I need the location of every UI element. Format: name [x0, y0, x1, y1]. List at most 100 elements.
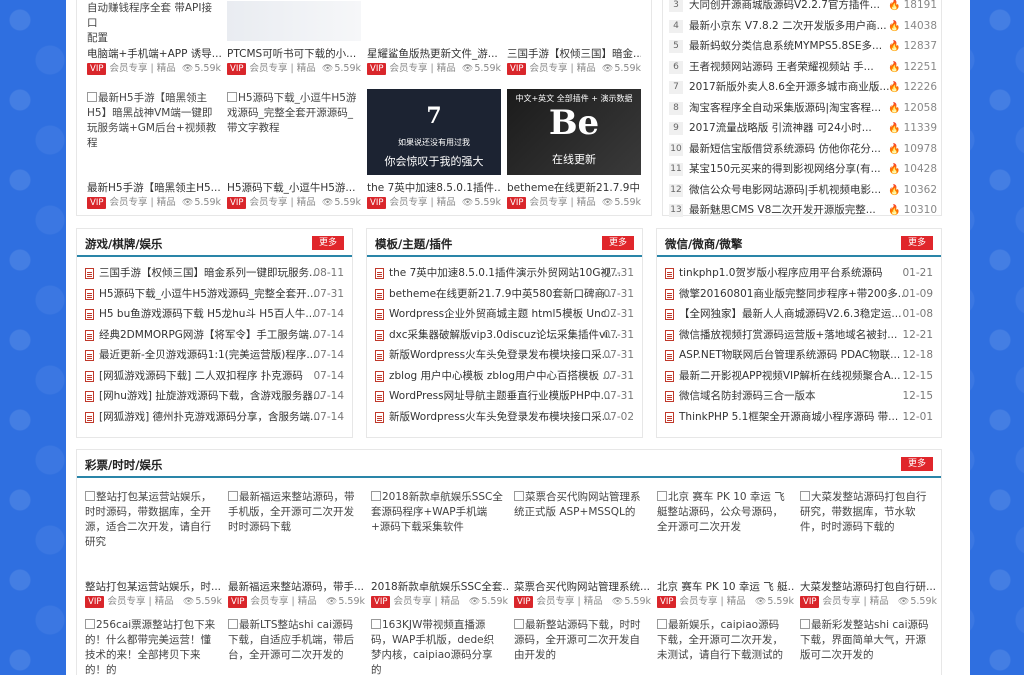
- list-item[interactable]: 微擎20160801商业版完整同步程序+带200多... 01-09: [657, 284, 941, 305]
- thumb-title[interactable]: betheme在线更新21.7.9中...: [507, 180, 641, 196]
- item-title[interactable]: H5 bu鱼游戏源码下载 H5龙hu斗 H5百人牛...: [99, 308, 315, 320]
- thumb-title[interactable]: 菜票合买代购网站管理系统...: [514, 579, 651, 595]
- thumb-item[interactable]: 三国手游【权倾三国】暗金... VIP 会员专享 | 精品 👁5.59k: [507, 1, 641, 76]
- item-title[interactable]: 微擎20160801商业版完整同步程序+带200多...: [679, 288, 908, 300]
- thumb-item[interactable]: 菜票合买代购网站管理系统正式版 ASP+MSSQL的菜票合买代购网站管理系统..…: [514, 488, 651, 609]
- more-button[interactable]: 更多: [312, 236, 344, 250]
- list-item[interactable]: WordPress网址导航主题垂直行业模版PHP中... 07-31: [367, 386, 642, 407]
- rank-title[interactable]: 2017新版外卖人8.6全开源多城市商业版...: [689, 81, 889, 93]
- list-item[interactable]: the 7英中加速8.5.0.1插件演示外贸网站10G视... 07-31: [367, 263, 642, 284]
- thumb-image[interactable]: 7 如果说还没有用过我 你会惊叹于我的强大: [367, 89, 501, 175]
- item-title[interactable]: 三国手游【权倾三国】暗金系列一键即玩服务...: [99, 267, 319, 279]
- thumb-item[interactable]: 大菜发整站源码打包自行研究，带数据库，节水软件，时时源码下载的 大菜发整站源码打包…: [800, 488, 937, 609]
- item-title[interactable]: ASP.NET物联网后台管理系统源码 PDAC物联...: [679, 349, 900, 361]
- rank-title[interactable]: 淘宝客程序全自动采集版源码|淘宝客程...: [689, 102, 881, 114]
- list-item[interactable]: betheme在线更新21.7.9中英580套新口碑商... 07-31: [367, 284, 642, 305]
- list-item[interactable]: zblog 用户中心模板 zblog用户中心百搭模板 ... 07-31: [367, 366, 642, 387]
- thumb-image[interactable]: 最新LTS整站shi cai源码下载，自适应手机端，带后台，全开源可二次开发的: [228, 616, 362, 675]
- item-title[interactable]: 经典2DMMORPG网游【将军令】手工服务端...: [99, 329, 319, 341]
- thumb-item[interactable]: 最新H5手游【暗黑领主H5】暗黑战神VM端一键即玩服务端+GM后台+视频教程最新…: [87, 89, 221, 210]
- thumb-item[interactable]: 北京 赛车 PK 10 幸运 飞艇整站源码，公众号源码，全开源可二次开发北京 赛…: [657, 488, 794, 609]
- list-item[interactable]: 最近更新-全贝游戏源码1:1(完美运营版)程序... 07-14: [77, 345, 352, 366]
- ranking-item[interactable]: 9 2017流量战略版 引流神器 可24小时... 🔥 11339: [667, 118, 941, 139]
- thumb-item[interactable]: 163KJW带视频直播源码，WAP手机版，dede织梦内核，caipiao源码分…: [371, 616, 508, 675]
- thumb-image[interactable]: 最新娱乐，caipiao源码下载，全开源可二次开发，未测试，请自行下载测试的: [657, 616, 791, 675]
- thumb-title[interactable]: the 7英中加速8.5.0.1插件...: [367, 180, 501, 196]
- list-item[interactable]: 经典2DMMORPG网游【将军令】手工服务端... 07-14: [77, 325, 352, 346]
- list-item[interactable]: H5源码下载_小逗牛H5游戏源码_完整全套开... 07-31: [77, 284, 352, 305]
- thumb-item[interactable]: 最新娱乐，caipiao源码下载，全开源可二次开发，未测试，请自行下载测试的: [657, 616, 794, 675]
- thumb-image[interactable]: 北京 赛车 PK 10 幸运 飞艇整站源码，公众号源码，全开源可二次开发: [657, 488, 791, 574]
- item-title[interactable]: tinkphp1.0贺岁版小程序应用平台系统源码: [679, 267, 882, 279]
- ranking-item[interactable]: 3 大同创开源商城版源码V2.2.7官方插件... 🔥 18191: [667, 0, 941, 16]
- thumb-title[interactable]: 北京 赛车 PK 10 幸运 飞 艇...: [657, 579, 794, 595]
- list-item[interactable]: 新版Wordpress火车头免登录发布模块接口采... 07-02: [367, 407, 642, 428]
- list-item[interactable]: ASP.NET物联网后台管理系统源码 PDAC物联... 12-18: [657, 345, 941, 366]
- item-title[interactable]: [网狐游戏] 德州扑克游戏源码分享，含服务端...: [99, 411, 320, 423]
- more-button[interactable]: 更多: [901, 236, 933, 250]
- rank-title[interactable]: 最新小京东 V7.8.2 二次开发版多用户商...: [689, 20, 887, 32]
- thumb-item[interactable]: 2018新款卓航娱乐SSC全套源码程序+WAP手机端+源码下载采集软件 2018新…: [371, 488, 508, 609]
- item-title[interactable]: 最新二开影视APP视频VIP解析在线视频聚合A...: [679, 370, 900, 382]
- more-button[interactable]: 更多: [901, 457, 933, 471]
- thumb-image[interactable]: [227, 1, 361, 41]
- ranking-item[interactable]: 6 王者视频网站源码 王者荣耀视频站 手... 🔥 12251: [667, 57, 941, 78]
- thumb-title[interactable]: PTCMS可听书可下载的小...: [227, 46, 361, 62]
- ranking-item[interactable]: 8 淘宝客程序全自动采集版源码|淘宝客程... 🔥 12058: [667, 98, 941, 119]
- thumb-image[interactable]: 整站打包某运营站娱乐，时时源码，带数据库，全开源，适合二次开发，请自行研究: [85, 488, 219, 574]
- thumb-image[interactable]: 最新H5手游【暗黑领主H5】暗黑战神VM端一键即玩服务端+GM后台+视频教程: [87, 89, 221, 175]
- thumb-image[interactable]: 最新彩发整站shi cai源码下载，界面简单大气，开源版可二次开发的: [800, 616, 934, 675]
- thumb-image[interactable]: 163KJW带视频直播源码，WAP手机版，dede织梦内核，caipiao源码分…: [371, 616, 505, 675]
- rank-title[interactable]: 最新短信宝版借贷系统源码 仿他你花分...: [689, 143, 881, 155]
- thumb-title[interactable]: 最新H5手游【暗黑领主H5...: [87, 180, 221, 196]
- rank-title[interactable]: 2017流量战略版 引流神器 可24小时...: [689, 122, 872, 134]
- list-item[interactable]: 新版Wordpress火车头免登录发布模块接口采... 07-31: [367, 345, 642, 366]
- thumb-image[interactable]: [367, 1, 501, 41]
- list-item[interactable]: [网狐游戏源码下载] 二人双扣程序 扑克源码 07-14: [77, 366, 352, 387]
- rank-title[interactable]: 最新魅思CMS V8二次开发开源版完整...: [689, 204, 876, 216]
- ranking-item[interactable]: 13 最新魅思CMS V8二次开发开源版完整... 🔥 10310: [667, 200, 941, 221]
- ranking-item[interactable]: 12 微信公众号电影网站源码|手机视频电影... 🔥 10362: [667, 180, 941, 201]
- item-title[interactable]: 【全网独家】最新人人商城源码V2.6.3稳定运...: [679, 308, 901, 320]
- item-title[interactable]: 新版Wordpress火车头免登录发布模块接口采...: [389, 411, 612, 423]
- list-item[interactable]: 微信域名防封源码三合一版本 12-15: [657, 386, 941, 407]
- thumb-item[interactable]: 最新整站源码下载，时时源码，全开源可二次开发自由开发的: [514, 616, 651, 675]
- thumb-title[interactable]: 整站打包某运营站娱乐，时...: [85, 579, 222, 595]
- item-title[interactable]: betheme在线更新21.7.9中英580套新口碑商...: [389, 288, 615, 300]
- item-title[interactable]: WordPress网址导航主题垂直行业模版PHP中...: [389, 390, 611, 402]
- thumb-item[interactable]: 整站打包某运营站娱乐，时时源码，带数据库，全开源，适合二次开发，请自行研究整站打…: [85, 488, 222, 609]
- thumb-item[interactable]: 最新LTS整站shi cai源码下载，自适应手机端，带后台，全开源可二次开发的: [228, 616, 365, 675]
- thumb-title[interactable]: H5源码下载_小逗牛H5游...: [227, 180, 361, 196]
- thumb-item[interactable]: 7 如果说还没有用过我 你会惊叹于我的强大 the 7英中加速8.5.0.1插件...…: [367, 89, 501, 210]
- item-title[interactable]: [网狐游戏源码下载] 二人双扣程序 扑克源码: [99, 370, 303, 382]
- thumb-image[interactable]: 菜票合买代购网站管理系统正式版 ASP+MSSQL的: [514, 488, 648, 574]
- item-title[interactable]: [网hu游戏] 扯旋游戏源码下载，含游戏服务器...: [99, 390, 323, 402]
- item-title[interactable]: Wordpress企业外贸商城主题 html5模板 Unc...: [389, 308, 617, 320]
- item-title[interactable]: the 7英中加速8.5.0.1插件演示外贸网站10G视...: [389, 267, 621, 279]
- thumb-title[interactable]: 电脑端+手机端+APP 诱导...: [87, 46, 221, 62]
- item-title[interactable]: dxc采集器破解版vip3.0discuz论坛采集插件vi...: [389, 329, 618, 341]
- list-item[interactable]: [网hu游戏] 扯旋游戏源码下载，含游戏服务器... 07-14: [77, 386, 352, 407]
- ranking-item[interactable]: 10 最新短信宝版借贷系统源码 仿他你花分... 🔥 10978: [667, 139, 941, 160]
- item-title[interactable]: ThinkPHP 5.1框架全开源商城小程序源码 带...: [679, 411, 898, 423]
- thumb-item[interactable]: 最新彩发整站shi cai源码下载，界面简单大气，开源版可二次开发的: [800, 616, 937, 675]
- thumb-image[interactable]: H5源码下载_小逗牛H5游戏源码_完整全套开源源码_带文字教程: [227, 89, 361, 175]
- thumb-item[interactable]: 星耀鲨鱼版热更新文件_游... VIP 会员专享 | 精品 👁5.59k: [367, 1, 501, 76]
- ranking-item[interactable]: 11 某宝150元买来的得到影视网络分享(有... 🔥 10428: [667, 159, 941, 180]
- thumb-title[interactable]: 三国手游【权倾三国】暗金...: [507, 46, 641, 62]
- item-title[interactable]: 微信播放视频打赏源码运营版+落地域名被封...: [679, 329, 897, 341]
- thumb-item[interactable]: Be 中文+英文 全部插件 + 演示数据 在线更新 betheme在线更新21.7.9…: [507, 89, 641, 210]
- item-title[interactable]: 微信域名防封源码三合一版本: [679, 390, 816, 402]
- thumb-image[interactable]: 最新福运来整站源码，带手机版，全开源可二次开发时时源码下载: [228, 488, 362, 574]
- list-item[interactable]: 三国手游【权倾三国】暗金系列一键即玩服务... 08-11: [77, 263, 352, 284]
- thumb-image[interactable]: 2018新款卓航娱乐SSC全套源码程序+WAP手机端+源码下载采集软件: [371, 488, 505, 574]
- rank-title[interactable]: 微信公众号电影网站源码|手机视频电影...: [689, 184, 881, 196]
- thumb-item[interactable]: PTCMS可听书可下载的小... VIP 会员专享 | 精品 👁5.59k: [227, 1, 361, 76]
- thumb-item[interactable]: 最新福运来整站源码，带手机版，全开源可二次开发时时源码下载 最新福运来整站源码，带…: [228, 488, 365, 609]
- item-title[interactable]: 新版Wordpress火车头免登录发布模块接口采...: [389, 349, 612, 361]
- rank-title[interactable]: 某宝150元买来的得到影视网络分享(有...: [689, 163, 881, 175]
- thumb-item[interactable]: 自动赚钱程序全套 带API接口 配置 电脑端+手机端+APP 诱导... VIP 会员专…: [87, 1, 221, 76]
- list-item[interactable]: 最新二开影视APP视频VIP解析在线视频聚合A... 12-15: [657, 366, 941, 387]
- list-item[interactable]: dxc采集器破解版vip3.0discuz论坛采集插件vi... 07-31: [367, 325, 642, 346]
- ranking-item[interactable]: 4 最新小京东 V7.8.2 二次开发版多用户商... 🔥 14038: [667, 16, 941, 37]
